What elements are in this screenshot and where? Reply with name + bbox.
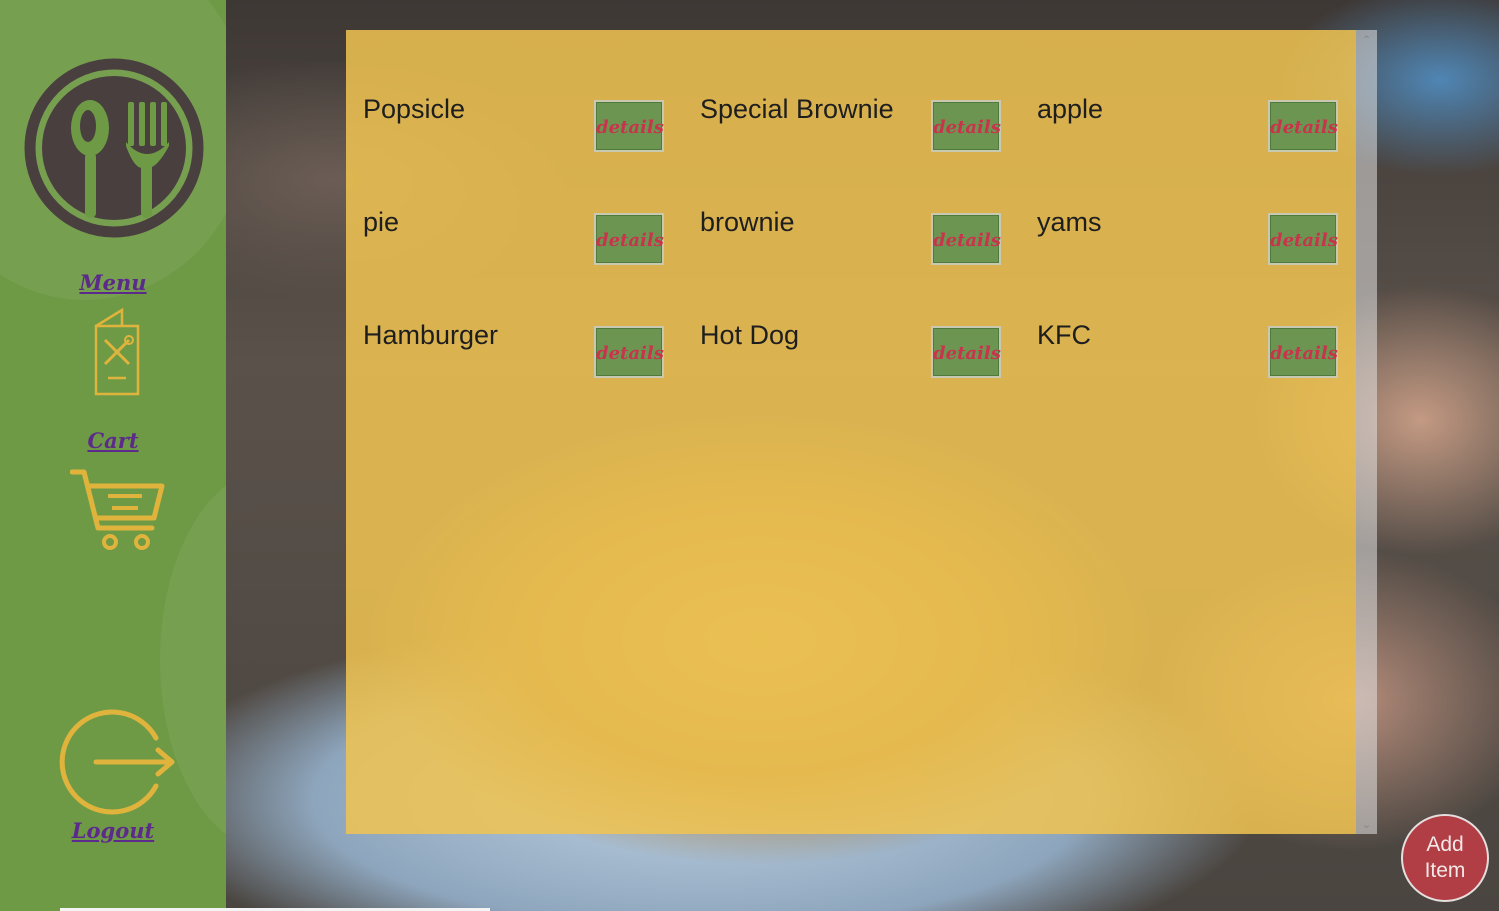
logout-link[interactable]: Logout (0, 818, 226, 843)
details-button[interactable]: details (1268, 100, 1338, 152)
list-item: KFC details (1020, 286, 1340, 386)
menu-items-panel: Popsicle details Special Brownie details… (346, 30, 1356, 834)
list-item: pie details (346, 173, 666, 273)
vertical-scrollbar[interactable]: ⌃ ⌄ (1356, 30, 1377, 834)
add-item-button[interactable]: Add Item (1401, 814, 1489, 902)
scroll-down-arrow-icon[interactable]: ⌄ (1356, 814, 1377, 834)
cart-link[interactable]: Cart (0, 428, 226, 453)
item-name: pie (363, 207, 400, 237)
details-button[interactable]: details (594, 213, 664, 265)
sidebar: Menu Cart Logout (0, 0, 226, 911)
list-item: brownie details (683, 173, 1003, 273)
item-name: Special Brownie (700, 94, 894, 124)
item-name: apple (1037, 94, 1104, 124)
item-name: KFC (1037, 320, 1091, 350)
list-item: Special Brownie details (683, 60, 1003, 160)
details-button[interactable]: details (931, 326, 1001, 378)
menu-booklet-icon[interactable] (92, 308, 142, 398)
restaurant-logo-icon (24, 58, 204, 238)
add-item-label-line2: Item (1424, 859, 1466, 882)
item-name: yams (1037, 207, 1102, 237)
cart-icon[interactable] (70, 466, 166, 554)
list-item: Hamburger details (346, 286, 666, 386)
details-button[interactable]: details (931, 100, 1001, 152)
list-item: Hot Dog details (683, 286, 1003, 386)
details-button[interactable]: details (931, 213, 1001, 265)
list-item: yams details (1020, 173, 1340, 273)
details-button[interactable]: details (1268, 213, 1338, 265)
item-name: Popsicle (363, 94, 466, 124)
item-name: Hot Dog (700, 320, 800, 350)
details-button[interactable]: details (1268, 326, 1338, 378)
menu-link[interactable]: Menu (0, 270, 226, 295)
item-name: Hamburger (363, 320, 499, 350)
details-button[interactable]: details (594, 100, 664, 152)
add-item-label-line1: Add (1426, 833, 1464, 856)
logout-icon[interactable] (58, 708, 178, 816)
list-item: Popsicle details (346, 60, 666, 160)
details-button[interactable]: details (594, 326, 664, 378)
scroll-up-arrow-icon[interactable]: ⌃ (1356, 30, 1377, 50)
list-item: apple details (1020, 60, 1340, 160)
item-name: brownie (700, 207, 795, 237)
